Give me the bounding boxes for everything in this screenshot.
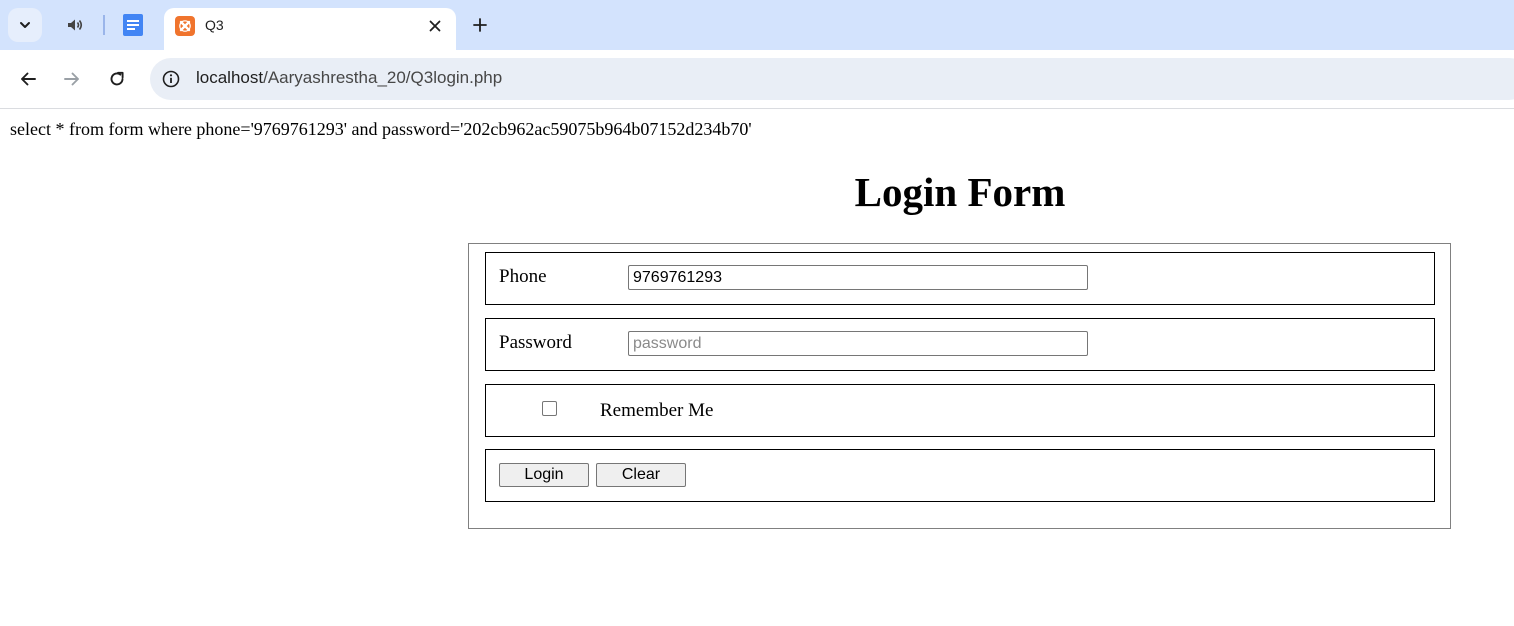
password-label: Password (499, 332, 572, 353)
password-input[interactable]: password (628, 331, 1088, 356)
login-button[interactable]: Login (499, 463, 589, 487)
docs-tab[interactable] (118, 10, 148, 40)
url-text: localhost/Aaryashrestha_20/Q3login.php (196, 68, 502, 88)
close-icon (429, 20, 441, 32)
phone-input[interactable]: 9769761293 (628, 265, 1088, 290)
remember-me-checkbox[interactable] (542, 401, 557, 416)
close-tab-button[interactable] (424, 15, 446, 37)
page-title: Login Form (854, 169, 1066, 215)
docs-icon (123, 14, 143, 36)
back-arrow-icon (21, 72, 36, 86)
new-tab-button[interactable] (466, 11, 494, 39)
tab-strip: Q3 (0, 0, 1514, 50)
audio-tab-button[interactable] (60, 10, 90, 40)
active-tab[interactable]: Q3 (164, 8, 456, 50)
address-bar[interactable]: localhost/Aaryashrestha_20/Q3login.php (150, 58, 1514, 100)
phone-label: Phone (499, 266, 547, 287)
xampp-icon (175, 16, 195, 36)
speaker-icon (68, 19, 83, 31)
back-button[interactable] (13, 64, 43, 94)
reload-button[interactable] (102, 64, 132, 94)
tab-search-button[interactable] (8, 8, 42, 42)
url-path: /Aaryashrestha_20/Q3login.php (263, 68, 503, 87)
browser-toolbar: localhost/Aaryashrestha_20/Q3login.php (0, 50, 1514, 108)
clear-button[interactable]: Clear (596, 463, 686, 487)
chevron-down-icon (20, 22, 30, 28)
forward-arrow-icon (64, 72, 79, 86)
site-info-button[interactable] (160, 68, 182, 90)
sql-query-text: select * from form where phone='97697612… (10, 119, 752, 139)
forward-button[interactable] (57, 64, 87, 94)
remember-me-label: Remember Me (600, 400, 714, 421)
info-icon (162, 70, 180, 88)
plus-icon (473, 18, 487, 32)
reload-icon (110, 71, 124, 86)
url-host: localhost (196, 68, 264, 87)
chrome-divider (0, 108, 1514, 109)
tab-title: Q3 (205, 17, 224, 33)
tab-separator (103, 15, 105, 35)
